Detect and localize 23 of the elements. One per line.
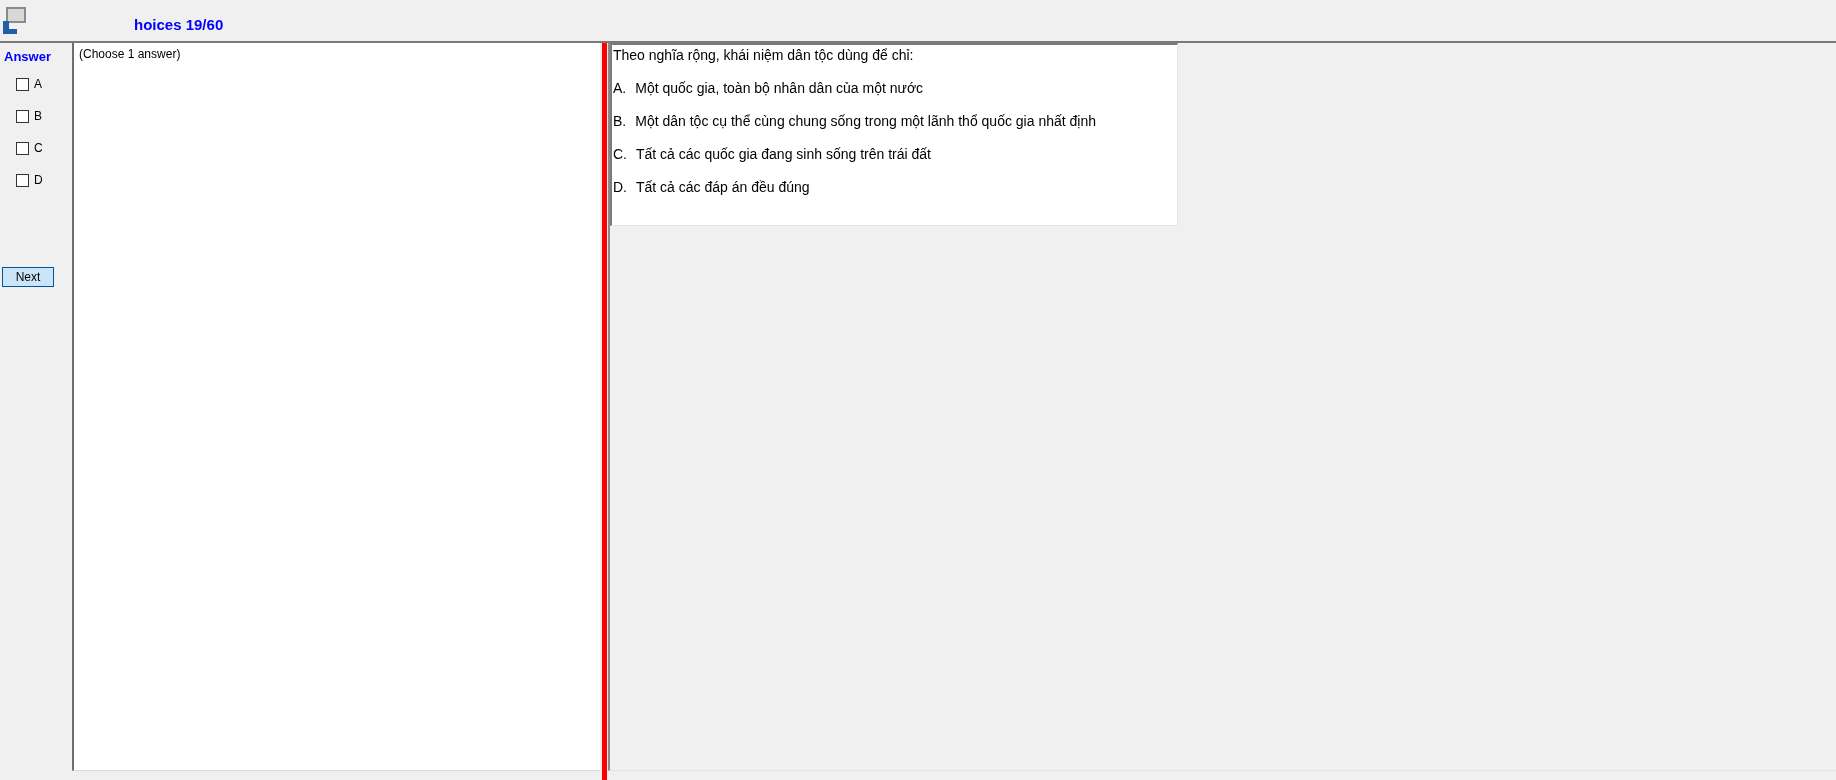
checkbox-label[interactable]: C [34,141,43,155]
choice-letter: B. [613,113,627,129]
choice-text: Một quốc gia, toàn bộ nhân dân của một nước [635,80,924,96]
choice-letter: A. [613,80,627,96]
choice-letter: C. [613,146,627,162]
checkbox[interactable] [16,173,29,187]
instruction-text: (Choose 1 answer) [79,47,181,61]
question-text: Theo nghĩa rộng, khái niệm dân tộc dùng để chỉ: [613,47,914,63]
answer-area[interactable]: (Choose 1 answer) [72,43,600,771]
answer-heading: Answer [4,49,51,65]
window-title: hoices 19/60 [134,16,224,34]
checkbox[interactable] [16,141,29,155]
choice-text: Tất cả các đáp án đều đúng [636,179,810,195]
checkbox-label[interactable]: A [34,77,42,91]
checkbox[interactable] [16,109,29,123]
choice-text: Tất cả các quốc gia đang sinh sống trên trái đất [636,146,931,162]
next-button[interactable]: Next [2,267,54,287]
checkbox-label[interactable]: B [34,109,42,123]
choice-text: Một dân tộc cụ thể cùng chung sống trong một lãnh thổ quốc gia nhất định [635,113,1096,129]
checkbox[interactable] [16,77,29,91]
checkbox-label[interactable]: D [34,173,43,187]
choice-letter: D. [613,179,627,195]
app-icon [2,6,28,35]
